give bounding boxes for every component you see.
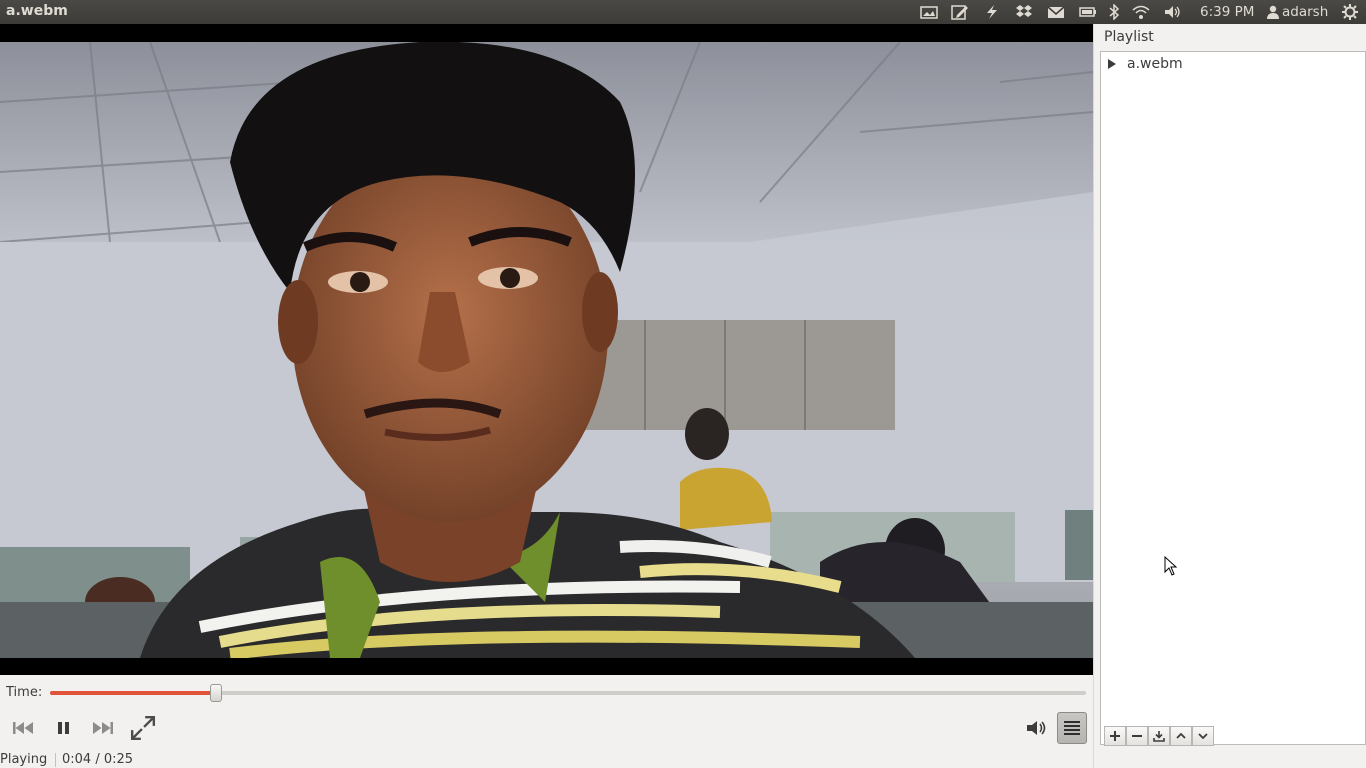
- bluetooth-icon[interactable]: [1104, 3, 1124, 21]
- volume-icon: [1027, 721, 1046, 735]
- session-gear-icon[interactable]: [1340, 3, 1360, 21]
- playback-status: Playing: [0, 752, 48, 767]
- playlist-toolbar: [1104, 726, 1214, 746]
- chevron-up-icon: [1176, 732, 1186, 739]
- move-down-button[interactable]: [1192, 726, 1214, 746]
- photo-icon[interactable]: [919, 3, 939, 21]
- status-divider: [55, 753, 56, 767]
- list-icon: [1064, 721, 1080, 735]
- wifi-icon[interactable]: [1131, 3, 1151, 21]
- top-panel: a.webm 6:39 PM adarsh: [0, 0, 1366, 24]
- volume-icon[interactable]: [1163, 3, 1183, 21]
- flash-icon[interactable]: [982, 3, 1002, 21]
- chevron-down-icon: [1198, 733, 1208, 740]
- user-name: adarsh: [1282, 4, 1329, 20]
- volume-button[interactable]: [1021, 715, 1051, 741]
- download-icon: [1153, 731, 1165, 742]
- seek-handle[interactable]: [209, 684, 222, 702]
- user-menu[interactable]: adarsh: [1267, 4, 1328, 20]
- pause-icon: [58, 722, 69, 734]
- mail-icon[interactable]: [1046, 3, 1066, 21]
- playback-position: 0:04 / 0:25: [62, 752, 134, 767]
- move-up-button[interactable]: [1170, 726, 1192, 746]
- edit-icon[interactable]: [950, 3, 970, 21]
- fullscreen-button[interactable]: [128, 715, 158, 741]
- playlist-list[interactable]: a.webm: [1100, 51, 1366, 745]
- playlist-title: Playlist: [1104, 29, 1154, 45]
- battery-icon[interactable]: [1078, 3, 1098, 21]
- playlist-item-label: a.webm: [1127, 56, 1183, 72]
- seek-bar[interactable]: [50, 684, 1086, 702]
- player-controls: Time: Playing 0:04 / 0:25: [0, 675, 1093, 768]
- skip-next-icon: [93, 722, 113, 734]
- video-content: [0, 42, 1093, 658]
- mouse-cursor-icon: [1164, 556, 1178, 576]
- time-label: Time:: [6, 685, 43, 700]
- video-frame[interactable]: [0, 42, 1093, 658]
- skip-previous-icon: [13, 722, 33, 734]
- plus-icon: [1110, 731, 1120, 741]
- fullscreen-icon: [130, 715, 156, 741]
- clock[interactable]: 6:39 PM: [1200, 4, 1254, 20]
- dropbox-icon[interactable]: [1014, 3, 1034, 21]
- playlist-toggle-button[interactable]: [1057, 712, 1087, 744]
- save-playlist-button[interactable]: [1148, 726, 1170, 746]
- app-title: a.webm: [6, 3, 68, 19]
- add-to-playlist-button[interactable]: [1104, 726, 1126, 746]
- user-icon: [1267, 5, 1279, 19]
- remove-from-playlist-button[interactable]: [1126, 726, 1148, 746]
- status-bar: Playing 0:04 / 0:25: [0, 752, 1093, 768]
- playlist-item[interactable]: a.webm: [1101, 54, 1365, 74]
- seek-bar-fill: [50, 691, 216, 695]
- minus-icon: [1132, 735, 1142, 737]
- pause-button[interactable]: [48, 715, 78, 741]
- video-area[interactable]: [0, 24, 1093, 675]
- previous-button[interactable]: [8, 715, 38, 741]
- play-arrow-icon: [1107, 58, 1123, 70]
- playlist-panel: Playlist a.webm: [1093, 24, 1366, 768]
- next-button[interactable]: [88, 715, 118, 741]
